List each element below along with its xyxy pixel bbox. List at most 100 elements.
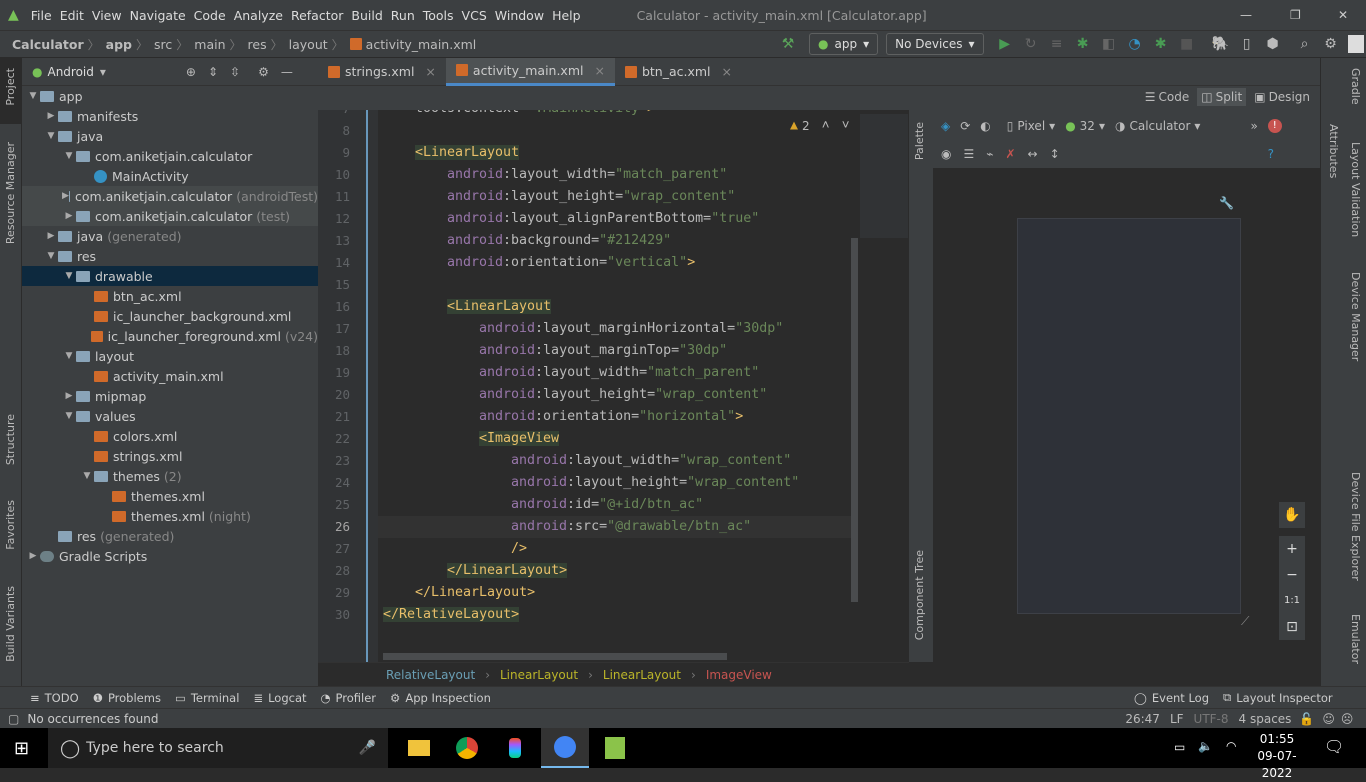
error-icon[interactable]: ! [1267,119,1282,133]
attributes-tool-button[interactable]: Attributes [1327,124,1340,178]
wifi-icon[interactable]: ◠ [1226,739,1236,753]
code-line[interactable]: android:orientation="vertical"> [383,252,858,274]
stop-icon[interactable]: ■ [1174,36,1200,52]
device-select[interactable]: No Devices ▾ [886,33,984,55]
tree-item[interactable]: ▼ res [22,246,318,266]
code-line[interactable]: android:layout_width="match_parent" [383,362,858,384]
tab-btn_ac-xml[interactable]: btn_ac.xml × [615,58,742,86]
tree-item[interactable]: ▼ drawable [22,266,318,286]
breadcrumb-1[interactable]: app [106,37,132,52]
theme-select[interactable]: ◑ Calculator ▾ [1115,119,1200,133]
code-line[interactable]: android:layout_height="wrap_content" [383,384,858,406]
restore-button[interactable]: ❐ [1290,8,1301,22]
tree-item[interactable]: ▶ manifests [22,106,318,126]
split-mode-button[interactable]: ◫ Split [1197,88,1247,106]
pan-hand-icon[interactable]: ✋ [1279,502,1305,528]
android-studio-taskbar-icon[interactable] [541,728,589,768]
palette-tool-button[interactable]: Palette [913,122,926,160]
menu-window[interactable]: Window [495,8,544,23]
chevron-down-icon[interactable]: ▼ [44,251,58,261]
smile-feedback-icon[interactable]: ☺ [1322,712,1335,726]
tab-activity_main-xml[interactable]: activity_main.xml × [445,57,615,86]
code-line[interactable]: </LinearLayout> [383,582,858,604]
menu-view[interactable]: View [92,8,122,23]
code-line[interactable]: android:src="@drawable/btn_ac" [383,516,858,538]
api-select[interactable]: ● 32 ▾ [1065,119,1105,133]
code-line[interactable]: tools:context=".MainActivity"> [383,110,858,120]
attach-debugger-icon[interactable]: ✱ [1148,36,1174,52]
gradle-sync-icon[interactable]: 🐘 [1208,36,1234,52]
chevron-down-icon[interactable]: ▼ [62,351,76,361]
code-line[interactable]: android:layout_width="match_parent" [383,164,858,186]
clock[interactable]: 01:55 09-07-2022 [1246,731,1308,782]
collapse-all-icon[interactable]: ⇳ [230,65,240,79]
code-line[interactable]: <ImageView [383,428,858,450]
expand-all-icon[interactable]: ⇕ [208,65,218,79]
device-select[interactable]: ▯ Pixel ▾ [1007,119,1055,133]
emulator-tool-button[interactable]: Emulator [1349,614,1362,664]
tool-profiler[interactable]: ◔ Profiler [321,691,377,705]
minimize-button[interactable]: — [1240,8,1252,22]
horizontal-scrollbar[interactable] [383,653,727,660]
menu-refactor[interactable]: Refactor [291,8,343,23]
tree-item[interactable]: ▶ com.aniketjain.calculator (test) [22,206,318,226]
night-mode-icon[interactable]: ◐ [980,119,990,133]
figma-icon[interactable] [491,728,539,768]
profile-icon[interactable]: ◔ [1122,36,1148,52]
wrench-icon[interactable]: 🔧 [1219,196,1234,210]
previous-highlight-icon[interactable]: ˄ [822,118,830,133]
structure-tool-button[interactable]: Structure [4,414,17,465]
layout-validation-tool-button[interactable]: Layout Validation [1349,142,1362,237]
tool-logcat[interactable]: ≣ Logcat [253,691,306,705]
taskbar-search[interactable]: ◯ Type here to search 🎤 [48,728,388,768]
tool-todo[interactable]: ≡ TODO [30,691,79,705]
code-line[interactable]: android:layout_alignParentBottom="true" [383,208,858,230]
line-separator[interactable]: LF [1170,712,1184,726]
code-line[interactable]: /> [383,538,858,560]
chrome-icon[interactable] [443,728,491,768]
chevron-right-icon[interactable]: ▶ [62,191,69,201]
autoconnect-icon[interactable]: ⌁ [986,147,993,161]
tree-item[interactable]: ic_launcher_foreground.xml (v24) [22,326,318,346]
account-avatar[interactable] [1347,35,1364,53]
close-tab-icon[interactable]: × [425,64,435,79]
project-view-select[interactable]: Android [47,65,93,79]
device-preview[interactable] [1017,218,1241,614]
minimap[interactable] [860,114,908,238]
chevron-down-icon[interactable]: ▼ [62,271,76,281]
tree-item[interactable]: strings.xml [22,446,318,466]
favorites-tool-button[interactable]: Favorites [4,500,17,550]
code-line[interactable]: android:layout_height="wrap_content" [383,472,858,494]
tree-item[interactable]: ▼ com.aniketjain.calculator [22,146,318,166]
code-line[interactable]: android:layout_height="wrap_content" [383,186,858,208]
sdk-manager-icon[interactable]: ⬢ [1260,36,1286,52]
code-line[interactable] [383,120,858,142]
code-editor[interactable]: 7 8 9 10 11 12 13 14 15 16 17 18 19 20 21 22 23 24 25 26 27 2… [318,110,909,662]
close-tab-icon[interactable]: × [722,64,732,79]
more-icon[interactable]: » [1250,119,1257,133]
device-file-explorer-tool-button[interactable]: Device File Explorer [1349,472,1362,581]
tab-strings-xml[interactable]: strings.xml × [318,58,446,86]
tree-item[interactable]: colors.xml [22,426,318,446]
lock-icon[interactable]: 🔓 [1299,712,1314,726]
tree-item[interactable]: themes.xml (night) [22,506,318,526]
breadcrumb-2[interactable]: src [154,37,172,52]
search-icon[interactable]: ⌕ [1292,36,1318,52]
gear-icon[interactable]: ⚙ [258,65,269,79]
build-variants-tool-button[interactable]: Build Variants [4,586,17,662]
device-manager-tool-button[interactable]: Device Manager [1349,272,1362,361]
tree-item[interactable]: ▶ com.aniketjain.calculator (androidTest) [22,186,318,206]
menu-edit[interactable]: Edit [60,8,84,23]
code-line[interactable]: android:layout_marginHorizontal="30dp" [383,318,858,340]
menu-code[interactable]: Code [194,8,226,23]
code-mode-button[interactable]: ☰ Code [1141,88,1194,106]
editor-breadcrumb-linearlayout[interactable]: LinearLayout [603,668,681,682]
tree-item[interactable]: ▼ themes (2) [22,466,318,486]
menu-tools[interactable]: Tools [423,8,454,23]
code-line[interactable]: android:layout_width="wrap_content" [383,450,858,472]
code-line[interactable]: android:id="@+id/btn_ac" [383,494,858,516]
menu-build[interactable]: Build [351,8,382,23]
microphone-icon[interactable]: 🎤 [359,740,376,756]
breadcrumb-4[interactable]: res [248,37,267,52]
clear-constraints-icon[interactable]: ✗ [1005,147,1015,161]
